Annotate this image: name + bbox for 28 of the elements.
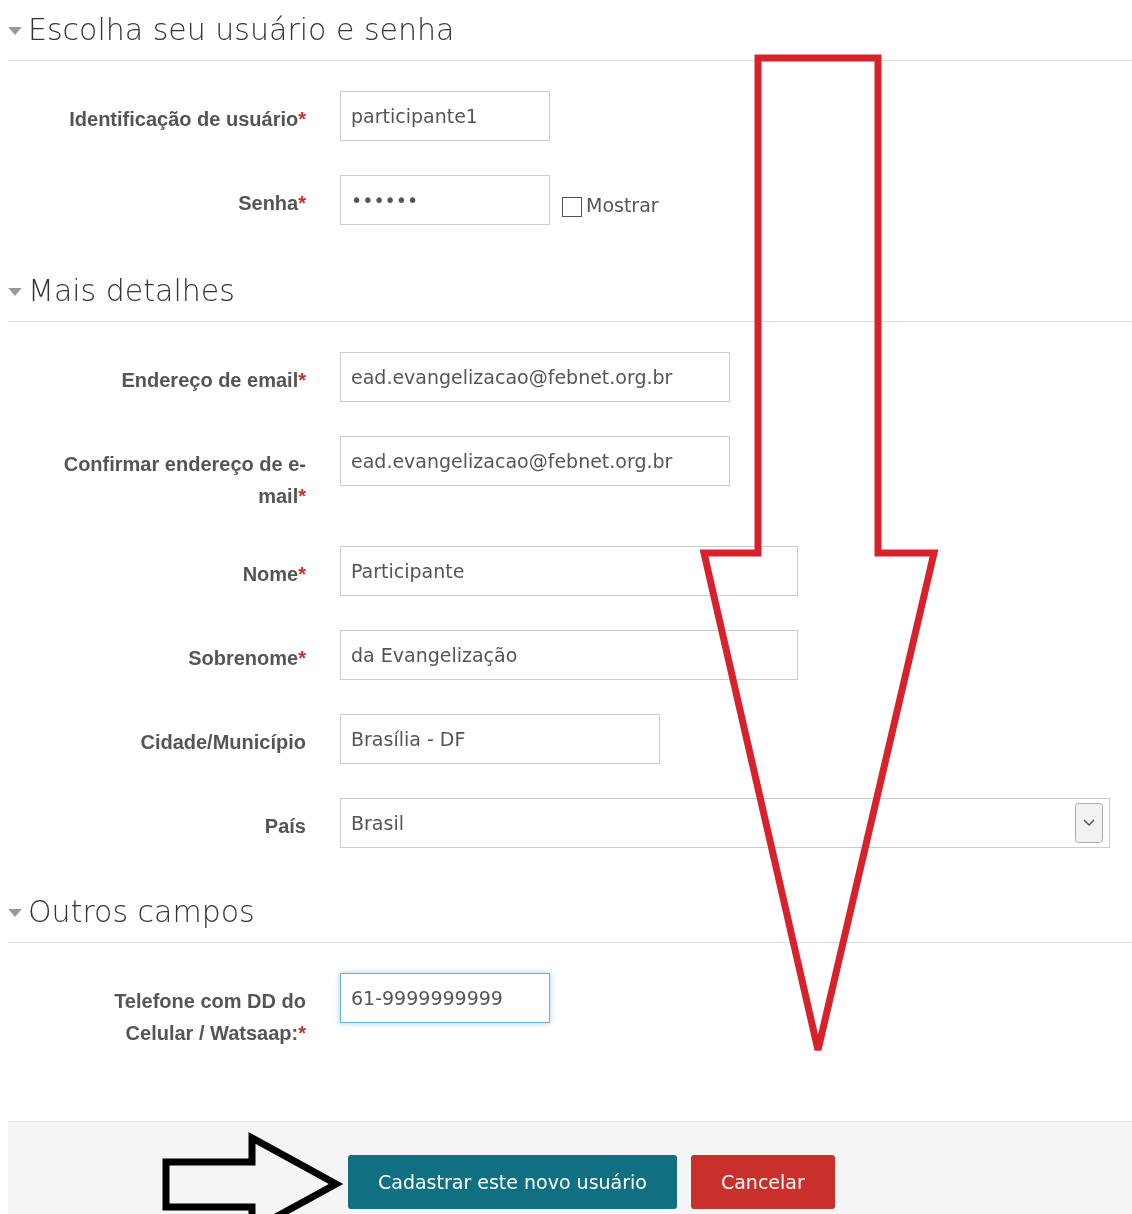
field-label: Confirmar endereço de e-mail* <box>62 452 306 509</box>
input-field[interactable]: •••••• <box>340 175 550 225</box>
field-label: Nome* <box>242 562 306 587</box>
country-select[interactable]: Brasil <box>340 798 1110 848</box>
input-field[interactable]: Brasília - DF <box>340 714 660 764</box>
field-label: Cidade/Município <box>140 730 306 755</box>
field-label: Senha* <box>238 191 306 216</box>
field-label: Telefone com DD do Celular / Watsaap:* <box>113 989 306 1046</box>
show-password-label[interactable]: Mostrar <box>586 194 659 216</box>
field-label: Endereço de email* <box>121 368 306 393</box>
checkbox[interactable] <box>562 197 582 217</box>
input-field[interactable]: Participante <box>340 546 798 596</box>
collapse-caret-icon[interactable] <box>8 908 22 918</box>
field-label: Sobrenome* <box>188 646 306 671</box>
input-field[interactable]: 61-9999999999 <box>340 973 550 1023</box>
section-heading[interactable]: Outros campos <box>28 893 255 929</box>
submit-button[interactable]: Cadastrar este novo usuário <box>348 1155 677 1209</box>
input-field[interactable]: ead.evangelizacao@febnet.org.br <box>340 436 730 486</box>
section-heading[interactable]: Mais detalhes <box>28 272 235 308</box>
field-label: País <box>264 814 306 839</box>
field-label: Identificação de usuário* <box>69 107 306 132</box>
collapse-caret-icon[interactable] <box>8 26 22 36</box>
collapse-caret-icon[interactable] <box>8 287 22 297</box>
cancel-button[interactable]: Cancelar <box>690 1155 835 1209</box>
input-field[interactable]: da Evangelização <box>340 630 798 680</box>
section-heading[interactable]: Escolha seu usuário e senha <box>28 11 455 47</box>
input-field[interactable]: participante1 <box>340 91 550 141</box>
input-field[interactable]: ead.evangelizacao@febnet.org.br <box>340 352 730 402</box>
